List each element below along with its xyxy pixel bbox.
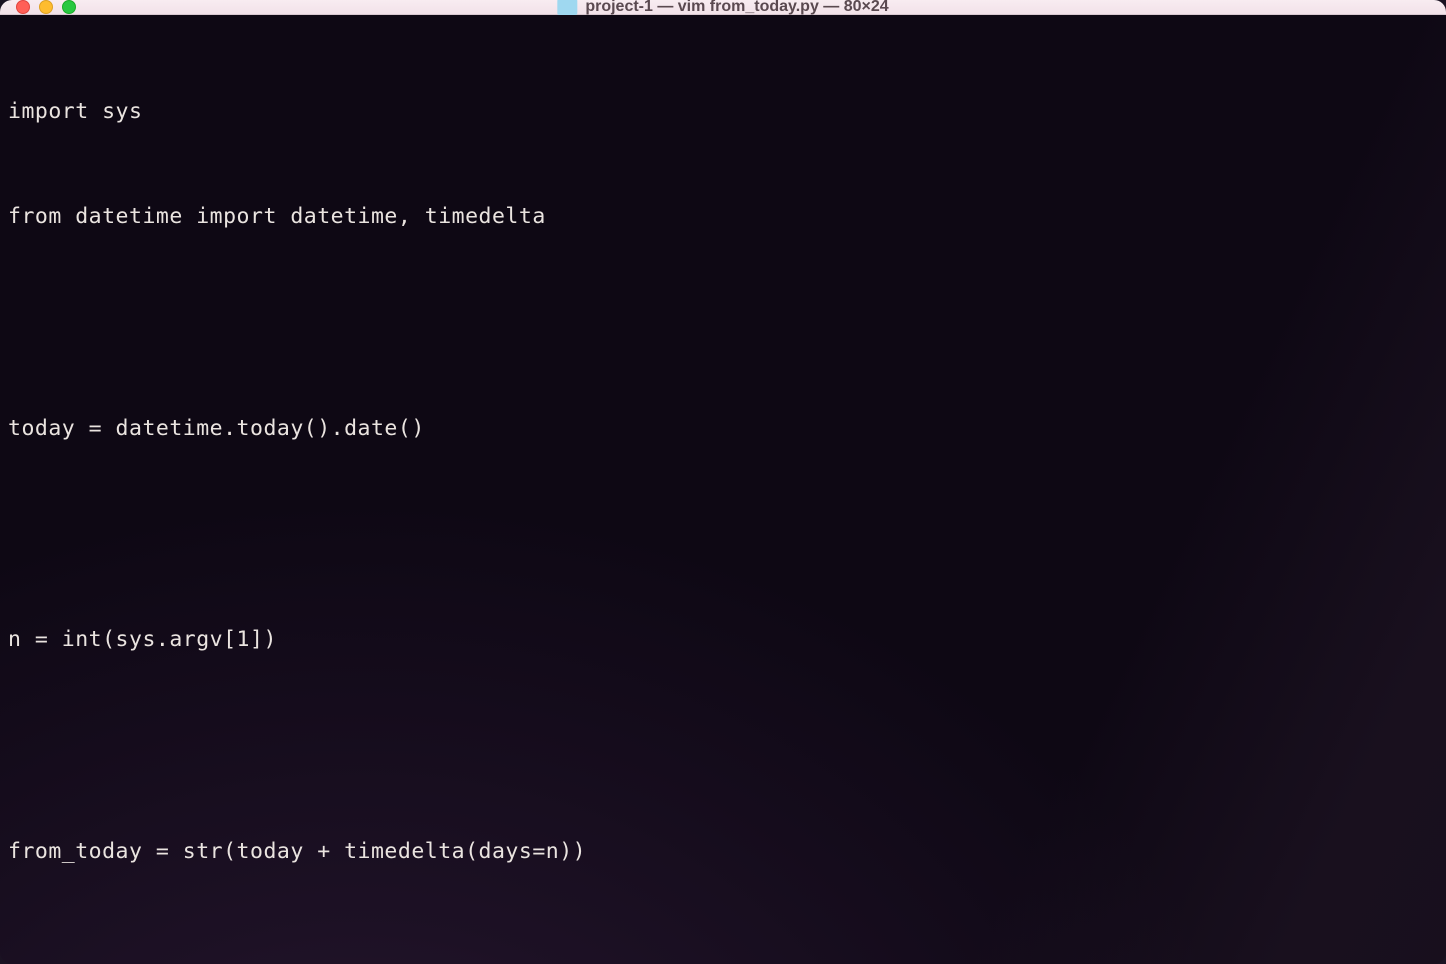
minimize-button[interactable] [39, 0, 53, 14]
code-line [8, 728, 1438, 763]
traffic-lights [16, 0, 76, 14]
code-line [8, 305, 1438, 340]
titlebar[interactable]: project-1 — vim from_today.py — 80×24 [0, 0, 1446, 15]
code-line [8, 517, 1438, 552]
code-line: from_today = str(today + timedelta(days=… [8, 834, 1438, 869]
window-title: project-1 — vim from_today.py — 80×24 [585, 0, 888, 16]
close-button[interactable] [16, 0, 30, 14]
code-line [8, 940, 1438, 964]
code-line: from datetime import datetime, timedelta [8, 199, 1438, 234]
maximize-button[interactable] [62, 0, 76, 14]
code-line: n = int(sys.argv[1]) [8, 622, 1438, 657]
folder-icon [557, 0, 577, 15]
code-line: import sys [8, 94, 1438, 129]
window-title-container: project-1 — vim from_today.py — 80×24 [557, 0, 888, 16]
terminal-window: project-1 — vim from_today.py — 80×24 im… [0, 0, 1446, 964]
editor-buffer[interactable]: import sys from datetime import datetime… [8, 23, 1438, 964]
terminal-content[interactable]: import sys from datetime import datetime… [0, 15, 1446, 964]
code-line: today = datetime.today().date() [8, 411, 1438, 446]
